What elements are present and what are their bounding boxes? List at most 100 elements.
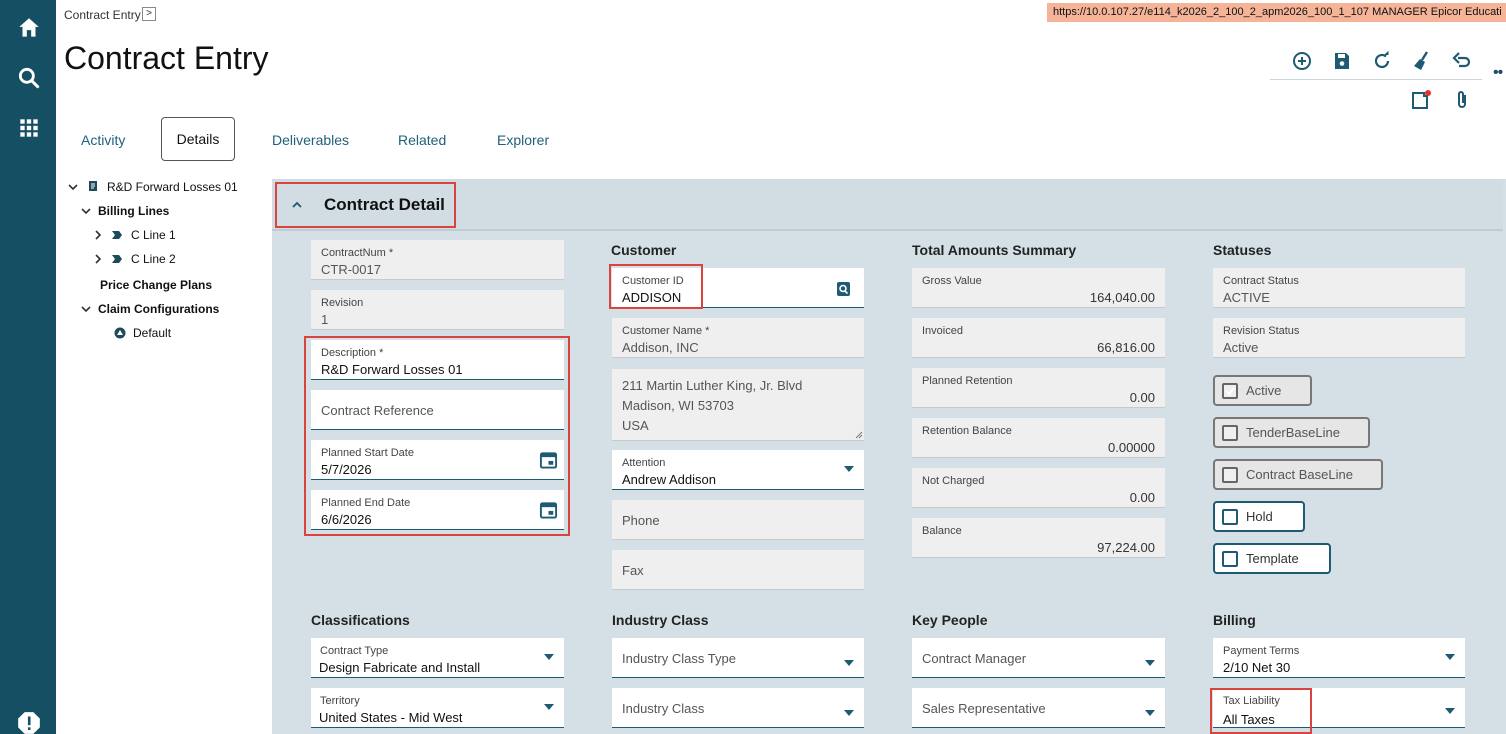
home-icon[interactable]	[16, 15, 42, 41]
contract-document-icon	[89, 181, 97, 191]
apps-grid-icon[interactable]	[16, 115, 42, 141]
classifications-section-title: Classifications	[311, 612, 410, 628]
territory-dropdown[interactable]: Territory United States - Mid West	[311, 688, 564, 728]
dropdown-caret-icon[interactable]	[1145, 710, 1155, 716]
fax-placeholder: Fax	[622, 563, 644, 578]
chevron-down-icon[interactable]	[67, 181, 79, 193]
tree-node-line-2[interactable]: C Line 2	[131, 252, 176, 266]
tab-activity[interactable]: Activity	[81, 132, 125, 148]
breadcrumb[interactable]: Contract Entry	[64, 8, 141, 22]
customer-id-value: ADDISON	[622, 290, 682, 305]
customer-search-icon[interactable]	[836, 281, 852, 297]
gross-value-field: Gross Value 164,040.00	[912, 268, 1165, 308]
contract-type-dropdown[interactable]: Contract Type Design Fabricate and Insta…	[311, 638, 564, 678]
sales-representative-dropdown[interactable]: Sales Representative	[912, 688, 1165, 728]
balance-field: Balance 97,224.00	[912, 518, 1165, 558]
resize-handle-icon[interactable]	[855, 431, 863, 439]
dropdown-caret-icon[interactable]	[1445, 708, 1455, 714]
customer-name-field: Customer Name * Addison, INC	[612, 318, 864, 358]
industry-class-dropdown[interactable]: Industry Class	[612, 688, 864, 728]
phone-placeholder: Phone	[622, 513, 660, 528]
tree-node-line-1[interactable]: C Line 1	[131, 228, 176, 242]
payment-terms-dropdown[interactable]: Payment Terms 2/10 Net 30	[1213, 638, 1465, 678]
save-icon[interactable]	[1330, 49, 1354, 73]
nav-rail	[0, 0, 56, 734]
gross-value-label: Gross Value	[922, 275, 982, 287]
revision-label: Revision	[321, 297, 364, 309]
revision-field: Revision 1	[311, 290, 564, 330]
page-title: Contract Entry	[64, 40, 269, 76]
tax-liability-value: All Taxes	[1223, 712, 1275, 727]
tree-node-billing-lines[interactable]: Billing Lines	[98, 204, 169, 218]
calendar-icon[interactable]	[539, 450, 558, 470]
balance-label: Balance	[922, 525, 962, 537]
tab-related[interactable]: Related	[398, 132, 446, 148]
chevron-down-icon[interactable]	[80, 205, 92, 217]
active-checkbox[interactable]: Active	[1213, 375, 1312, 406]
clear-icon[interactable]	[1409, 49, 1433, 73]
active-label: Active	[1246, 383, 1282, 398]
calendar-icon[interactable]	[539, 500, 558, 520]
tab-explorer[interactable]: Explorer	[497, 132, 549, 148]
industry-class-type-dropdown[interactable]: Industry Class Type	[612, 638, 864, 678]
invoiced-label: Invoiced	[922, 325, 963, 337]
tree-node-claim-configurations[interactable]: Claim Configurations	[98, 302, 219, 316]
dropdown-caret-icon[interactable]	[844, 660, 854, 666]
template-checkbox[interactable]: Template	[1213, 543, 1331, 574]
planned-start-date-field[interactable]: Planned Start Date 5/7/2026	[311, 440, 564, 480]
dropdown-caret-icon[interactable]	[1145, 660, 1155, 666]
refresh-icon[interactable]	[1370, 49, 1394, 73]
tree-node-price-change-plans[interactable]: Price Change Plans	[100, 278, 212, 292]
more-actions-button[interactable]: ••	[1493, 64, 1503, 82]
chevron-right-icon[interactable]	[92, 229, 104, 241]
customer-id-field[interactable]: Customer ID ADDISON	[612, 268, 864, 308]
dropdown-caret-icon[interactable]	[1445, 654, 1455, 660]
chevron-right-icon[interactable]	[92, 253, 104, 265]
contract-manager-dropdown[interactable]: Contract Manager	[912, 638, 1165, 678]
contract-num-value: CTR-0017	[321, 262, 381, 277]
alert-icon[interactable]	[16, 710, 42, 734]
description-field[interactable]: Description * R&D Forward Losses 01	[311, 340, 564, 380]
environment-url-bar: https://10.0.107.27/e114_k2026_2_100_2_a…	[1047, 3, 1506, 22]
toolbar-divider	[1270, 79, 1482, 80]
add-new-icon[interactable]	[1290, 49, 1314, 73]
industry-class-section-title: Industry Class	[612, 612, 709, 628]
attention-dropdown[interactable]: Attention Andrew Addison	[612, 450, 864, 490]
notes-icon[interactable]	[1409, 88, 1433, 112]
contract-reference-field[interactable]: Contract Reference	[311, 390, 564, 430]
planned-end-label: Planned End Date	[321, 497, 411, 509]
contract-baseline-label: Contract BaseLine	[1246, 467, 1353, 482]
attachment-icon[interactable]	[1450, 88, 1474, 112]
template-label: Template	[1246, 551, 1299, 566]
dropdown-caret-icon[interactable]	[844, 710, 854, 716]
tree-node-contract[interactable]: R&D Forward Losses 01	[107, 180, 238, 194]
planned-end-date-field[interactable]: Planned End Date 6/6/2026	[311, 490, 564, 530]
contract-baseline-checkbox[interactable]: Contract BaseLine	[1213, 459, 1383, 490]
tab-deliverables[interactable]: Deliverables	[272, 132, 349, 148]
chevron-down-icon[interactable]	[80, 303, 92, 315]
description-value: R&D Forward Losses 01	[321, 362, 463, 377]
dropdown-caret-icon[interactable]	[844, 466, 854, 472]
dropdown-caret-icon[interactable]	[544, 704, 554, 710]
tax-liability-dropdown[interactable]: Tax Liability All Taxes	[1213, 688, 1465, 728]
billing-line-icon	[112, 231, 122, 239]
contract-detail-header[interactable]	[272, 179, 1503, 231]
search-icon[interactable]	[16, 65, 42, 91]
breadcrumb-expand-button[interactable]: >	[142, 7, 156, 21]
chevron-up-icon[interactable]	[290, 199, 304, 211]
industry-class-placeholder: Industry Class	[622, 701, 705, 716]
contract-type-label: Contract Type	[320, 645, 389, 657]
planned-retention-value: 0.00	[1129, 390, 1155, 405]
tab-details[interactable]: Details	[161, 117, 235, 161]
customer-id-label: Customer ID	[622, 275, 684, 287]
revision-status-field: Revision Status Active	[1213, 318, 1465, 358]
tender-baseline-checkbox[interactable]: TenderBaseLine	[1213, 417, 1370, 448]
checkbox-box	[1222, 425, 1238, 441]
territory-value: United States - Mid West	[319, 710, 463, 725]
planned-start-value: 5/7/2026	[321, 462, 372, 477]
undo-icon[interactable]	[1450, 49, 1474, 73]
customer-section-title: Customer	[611, 242, 677, 258]
hold-checkbox[interactable]: Hold	[1213, 501, 1305, 532]
tree-node-default[interactable]: Default	[133, 326, 171, 340]
dropdown-caret-icon[interactable]	[544, 654, 554, 660]
